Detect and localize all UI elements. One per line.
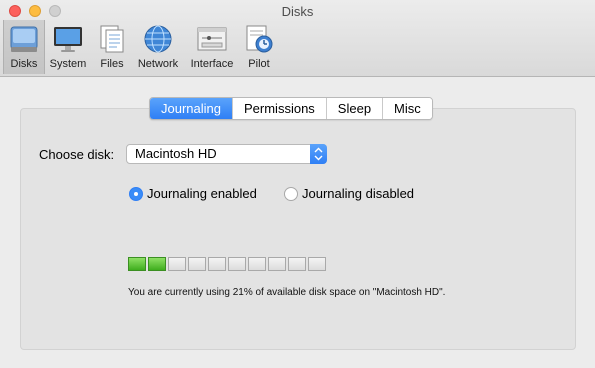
radio-label: Journaling enabled — [147, 186, 257, 201]
toolbar-label: Network — [137, 58, 179, 70]
meter-segment — [288, 257, 306, 271]
globe-icon — [144, 25, 172, 53]
toolbar-label: Files — [100, 58, 124, 70]
meter-segment — [188, 257, 206, 271]
toolbar-item-system[interactable]: System — [46, 20, 90, 74]
files-icon — [100, 25, 124, 53]
toolbar-item-disks[interactable]: Disks — [3, 20, 45, 74]
toolbar-label: Interface — [190, 58, 234, 70]
radio-journaling-disabled[interactable]: Journaling disabled — [284, 186, 414, 201]
toolbar-item-interface[interactable]: Interface — [186, 20, 238, 74]
toolbar-label: System — [49, 58, 87, 70]
toolbar-item-network[interactable]: Network — [133, 20, 183, 74]
preferences-window: Disks Disks System Files Network Interfa… — [0, 0, 595, 368]
toolbar: Disks Disks System Files Network Interfa… — [0, 0, 595, 77]
disk-select-value: Macintosh HD — [135, 146, 217, 161]
radio-button[interactable] — [284, 186, 298, 201]
meter-segment — [248, 257, 266, 271]
choose-disk-label: Choose disk: — [39, 147, 115, 162]
interface-icon — [197, 27, 227, 51]
display-icon — [54, 27, 82, 52]
radio-button-selected[interactable] — [129, 186, 143, 201]
chevron-updown-icon — [310, 144, 327, 164]
tab-sleep[interactable]: Sleep — [326, 98, 384, 119]
meter-segment — [308, 257, 326, 271]
pilot-icon — [246, 25, 273, 53]
meter-segment — [148, 257, 166, 271]
disk-usage-meter — [128, 257, 328, 271]
toolbar-label: Disks — [10, 58, 38, 70]
disk-usage-text: You are currently using 21% of available… — [128, 287, 446, 298]
disk-icon — [10, 26, 38, 52]
meter-segment — [268, 257, 286, 271]
toolbar-item-files[interactable]: Files — [95, 20, 129, 74]
toolbar-label: Pilot — [248, 58, 270, 70]
radio-journaling-enabled[interactable]: Journaling enabled — [129, 186, 257, 201]
tab-bar: Journaling Permissions Sleep Misc — [149, 97, 433, 120]
tab-misc[interactable]: Misc — [383, 98, 432, 119]
tab-journaling[interactable]: Journaling — [150, 98, 233, 119]
window-title: Disks — [281, 4, 314, 19]
meter-segment — [168, 257, 186, 271]
meter-segment — [128, 257, 146, 271]
meter-segment — [228, 257, 246, 271]
meter-segment — [208, 257, 226, 271]
toolbar-item-pilot[interactable]: Pilot — [242, 20, 276, 74]
radio-label: Journaling disabled — [302, 186, 415, 201]
tab-permissions[interactable]: Permissions — [233, 98, 327, 119]
disk-select[interactable]: Macintosh HD — [126, 144, 327, 164]
